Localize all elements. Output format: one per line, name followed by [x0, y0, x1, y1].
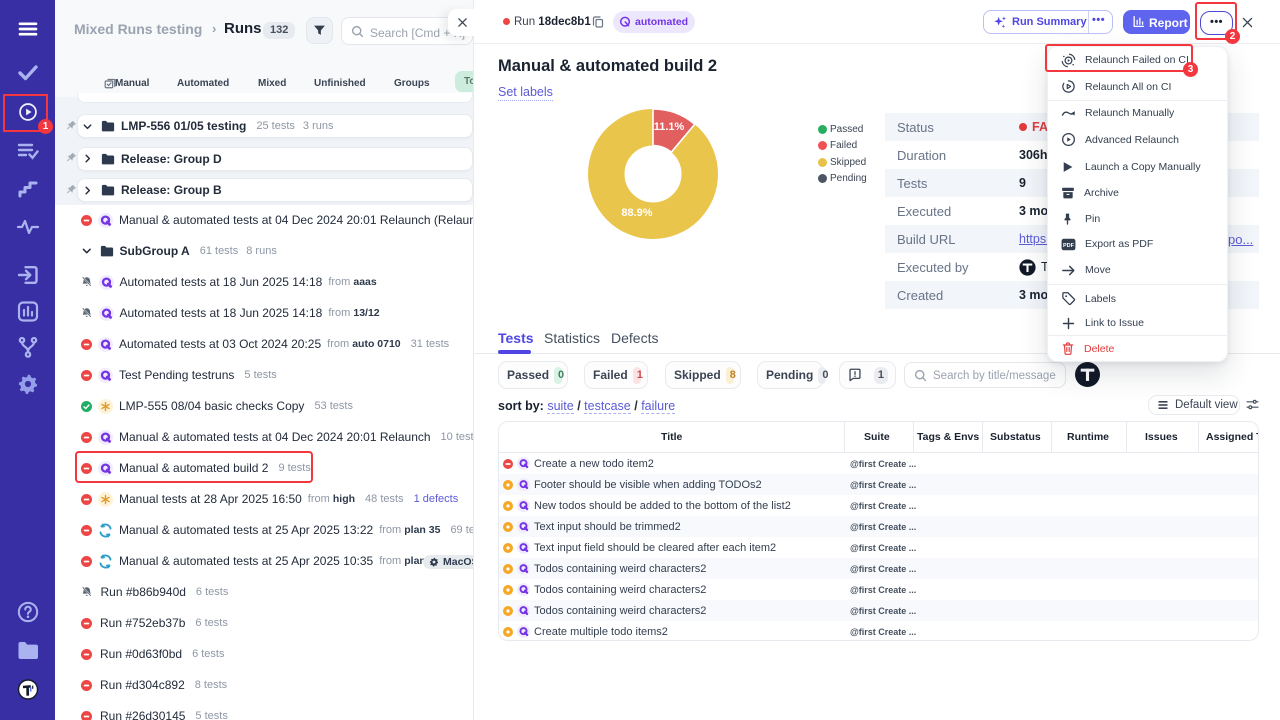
- svg-text:88.9%: 88.9%: [621, 207, 652, 219]
- svg-text:PDF: PDF: [1063, 243, 1075, 249]
- svg-text:11.1%: 11.1%: [654, 121, 685, 133]
